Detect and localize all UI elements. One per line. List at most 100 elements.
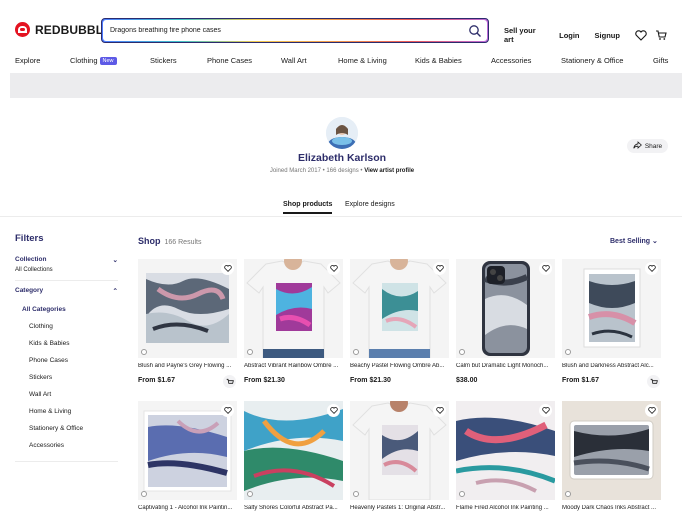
collection-value: All Collections [15, 267, 53, 273]
share-label: Share [644, 142, 663, 150]
product-title[interactable]: Calm but Dramatic Light Monoch... [456, 363, 555, 369]
product-title[interactable]: Captivating 1 - Alcohol Ink Paintin... [138, 505, 237, 511]
category-wall-art[interactable]: Wall Art [29, 391, 51, 398]
search-icon[interactable] [468, 24, 482, 38]
product-image[interactable] [138, 401, 237, 500]
category-all[interactable]: All Categories [22, 306, 66, 313]
tab-explore-designs[interactable]: Explore designs [345, 201, 395, 212]
product-title[interactable]: Beachy Pastel Flowing Ombre Ab... [350, 363, 449, 369]
site-header: REDBUBBLE Sell your art Login Signup [0, 0, 682, 50]
category-filter[interactable]: Category ⌃ [15, 287, 118, 295]
view-artist-profile-link[interactable]: View artist profile [364, 168, 414, 174]
redbubble-logo[interactable]: REDBUBBLE [15, 22, 111, 37]
collection-label: Collection [15, 256, 47, 263]
heart-icon[interactable] [433, 262, 446, 275]
collection-filter[interactable]: Collection ⌄ All Collections [15, 256, 118, 273]
product-title[interactable]: Flame Fired Alcohol Ink Painting ... [456, 505, 555, 511]
artist-name: Elizabeth Karlson [297, 152, 387, 164]
nav-home-living[interactable]: Home & Living [338, 56, 387, 65]
product-card[interactable]: Captivating 1 - Alcohol Ink Paintin... [138, 401, 237, 511]
nav-accessories[interactable]: Accessories [491, 56, 531, 65]
logo-text: REDBUBBLE [35, 22, 112, 37]
heart-icon[interactable] [221, 404, 234, 417]
product-card[interactable]: Abstract Vibrant Rainbow Ombre ... From … [244, 259, 343, 384]
heart-icon[interactable] [221, 262, 234, 275]
product-image[interactable] [350, 259, 449, 358]
heart-icon[interactable] [539, 262, 552, 275]
sell-your-art-link[interactable]: Sell your art [504, 26, 544, 44]
product-image[interactable] [244, 259, 343, 358]
category-nav: Explore Clothing New Stickers Phone Cases… [0, 56, 682, 70]
design-count: 166 designs [326, 168, 359, 174]
color-swatch-icon [459, 349, 465, 355]
product-image[interactable] [350, 401, 449, 500]
artist-avatar[interactable] [326, 117, 358, 149]
category-label: Category [15, 287, 44, 294]
category-home-living[interactable]: Home & Living [29, 408, 71, 415]
product-card[interactable]: Beachy Pastel Flowing Ombre Ab... From $… [350, 259, 449, 384]
product-title[interactable]: Blush and Payne's Grey Flowing ... [138, 363, 237, 369]
color-swatch-icon [141, 349, 147, 355]
nav-stationery-office[interactable]: Stationery & Office [561, 56, 623, 65]
product-image[interactable] [456, 401, 555, 500]
heart-icon[interactable] [327, 404, 340, 417]
product-card[interactable]: Heavenly Pastels 1: Original Abstr... [350, 401, 449, 511]
product-image[interactable] [244, 401, 343, 500]
cart-icon[interactable] [655, 29, 667, 42]
search-input[interactable] [110, 27, 440, 34]
filters-title: Filters [15, 233, 44, 244]
product-card[interactable]: Moody Dark Chaos Inks Abstract ... [562, 401, 661, 511]
product-card[interactable]: Flame Fired Alcohol Ink Painting ... [456, 401, 555, 511]
add-to-cart-icon[interactable] [223, 375, 236, 388]
sort-dropdown[interactable]: Best Selling ⌄ [610, 237, 658, 245]
nav-explore[interactable]: Explore [15, 56, 40, 65]
add-to-cart-icon[interactable] [647, 375, 660, 388]
heart-icon[interactable] [645, 262, 658, 275]
header-actions: Sell your art Login Signup [504, 26, 682, 44]
nav-clothing[interactable]: Clothing New [70, 56, 117, 65]
chevron-down-icon: ⌄ [652, 238, 658, 245]
color-swatch-icon [565, 349, 571, 355]
product-image[interactable] [138, 259, 237, 358]
color-swatch-icon [247, 349, 253, 355]
product-title[interactable]: Heavenly Pastels 1: Original Abstr... [350, 505, 449, 511]
login-link[interactable]: Login [559, 31, 579, 40]
color-swatch-icon [459, 491, 465, 497]
heart-icon[interactable] [433, 404, 446, 417]
category-clothing[interactable]: Clothing [29, 323, 53, 330]
heart-icon[interactable] [645, 404, 658, 417]
heart-icon[interactable] [327, 262, 340, 275]
category-accessories[interactable]: Accessories [29, 442, 64, 449]
product-price: From $21.30 [244, 377, 285, 384]
product-card[interactable]: Salty Shores Colorful Abstract Pa... [244, 401, 343, 511]
product-title[interactable]: Salty Shores Colorful Abstract Pa... [244, 505, 343, 511]
category-stickers[interactable]: Stickers [29, 374, 52, 381]
category-stationery-office[interactable]: Stationery & Office [29, 425, 83, 432]
category-kids-babies[interactable]: Kids & Babies [29, 340, 69, 347]
heart-icon[interactable] [539, 404, 552, 417]
product-card[interactable]: Blush and Darkness Abstract Alc... From … [562, 259, 661, 384]
redbubble-logo-icon [15, 22, 30, 37]
category-phone-cases[interactable]: Phone Cases [29, 357, 68, 364]
product-price: From $21.30 [350, 377, 391, 384]
heart-icon[interactable] [635, 29, 647, 42]
product-title[interactable]: Abstract Vibrant Rainbow Ombre ... [244, 363, 343, 369]
product-card[interactable]: Calm but Dramatic Light Monoch... $38.00 [456, 259, 555, 384]
nav-kids-babies[interactable]: Kids & Babies [415, 56, 462, 65]
sort-label: Best Selling [610, 238, 651, 245]
product-image[interactable] [562, 259, 661, 358]
signup-link[interactable]: Signup [595, 31, 620, 40]
nav-phone-cases[interactable]: Phone Cases [207, 56, 252, 65]
color-swatch-icon [247, 491, 253, 497]
product-image[interactable] [562, 401, 661, 500]
share-button[interactable]: Share [627, 139, 668, 153]
nav-wall-art[interactable]: Wall Art [281, 56, 307, 65]
nav-stickers[interactable]: Stickers [150, 56, 177, 65]
product-title[interactable]: Blush and Darkness Abstract Alc... [562, 363, 661, 369]
nav-gifts[interactable]: Gifts [653, 56, 668, 65]
product-card[interactable]: Blush and Payne's Grey Flowing ... From … [138, 259, 237, 384]
tab-shop-products[interactable]: Shop products [283, 201, 333, 214]
product-title[interactable]: Moody Dark Chaos Inks Abstract ... [562, 505, 661, 511]
product-image[interactable] [456, 259, 555, 358]
chevron-down-icon: ⌄ [112, 257, 118, 264]
